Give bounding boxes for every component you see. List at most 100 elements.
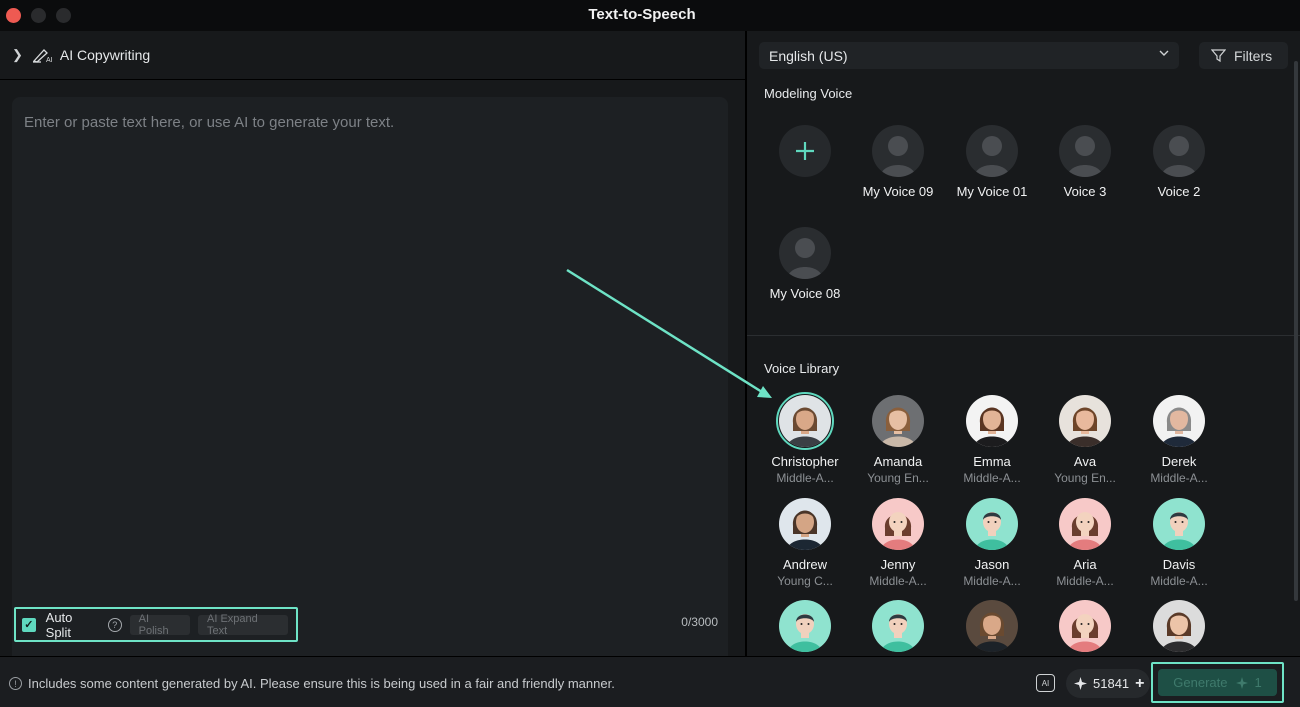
info-icon: ! — [9, 677, 22, 690]
generate-button[interactable]: Generate 1 — [1158, 669, 1277, 696]
voice-description: Young C... — [777, 574, 833, 588]
library-voice-item[interactable]: Jason Middle-A... — [947, 498, 1037, 588]
voice-name: Christopher — [771, 454, 839, 469]
add-voice-avatar — [779, 125, 831, 177]
ai-polish-button[interactable]: AI Polish — [129, 613, 191, 637]
add-credits-icon[interactable]: + — [1135, 675, 1144, 693]
text-placeholder: Enter or paste text here, or use AI to g… — [24, 114, 395, 131]
voice-panel: English (US) Filters Modeling Voice My V… — [747, 31, 1300, 656]
filters-button[interactable]: Filters — [1199, 42, 1288, 69]
help-icon[interactable]: ? — [107, 617, 122, 632]
editor-pane: ❯ AI AI Copywriting Enter or paste text … — [0, 31, 745, 674]
ai-notice: ! Includes some content generated by AI.… — [9, 676, 615, 691]
filter-icon — [1211, 49, 1226, 63]
library-voice-item[interactable] — [853, 600, 943, 652]
library-voice-item[interactable]: Amanda Young En... — [853, 395, 943, 485]
voice-avatar — [1059, 125, 1111, 177]
language-select[interactable]: English (US) — [759, 42, 1179, 69]
library-voice-item[interactable] — [947, 600, 1037, 652]
voice-description: Middle-A... — [869, 574, 927, 588]
voice-description: Middle-A... — [963, 574, 1021, 588]
plus-icon — [796, 142, 814, 160]
library-voice-item[interactable]: Davis Middle-A... — [1134, 498, 1224, 588]
voice-description: Middle-A... — [1056, 574, 1114, 588]
voice-avatar — [872, 498, 924, 550]
voice-avatar — [1153, 125, 1205, 177]
voice-avatar — [779, 395, 831, 447]
voice-avatar — [1059, 395, 1111, 447]
library-voice-item[interactable]: Jenny Middle-A... — [853, 498, 943, 588]
voice-avatar — [1153, 600, 1205, 652]
generate-cost: 1 — [1254, 675, 1262, 690]
auto-split-checkbox[interactable]: ✓ — [22, 617, 36, 632]
sparkle-icon — [1074, 677, 1087, 690]
voice-panel-scrollbar[interactable] — [1294, 61, 1298, 601]
modeling-voice-item[interactable]: My Voice 09 — [853, 125, 943, 199]
voice-avatar — [779, 498, 831, 550]
ai-notice-text: Includes some content generated by AI. P… — [28, 676, 615, 691]
auto-split-label: Auto Split — [45, 609, 73, 640]
add-voice-button[interactable] — [760, 125, 850, 177]
voice-avatar — [966, 600, 1018, 652]
chevron-down-icon — [1159, 50, 1169, 56]
credits-badge[interactable]: 51841 + — [1066, 669, 1150, 698]
library-voice-item[interactable] — [760, 600, 850, 652]
voice-name: My Voice 09 — [862, 184, 934, 199]
generate-label: Generate — [1173, 675, 1228, 690]
voice-avatar — [872, 395, 924, 447]
voice-avatar — [872, 125, 924, 177]
library-voice-item[interactable]: Ava Young En... — [1040, 395, 1130, 485]
voice-library-title: Voice Library — [764, 361, 840, 376]
sparkle-icon — [1236, 676, 1249, 689]
voice-avatar — [966, 395, 1018, 447]
modeling-voice-item[interactable]: Voice 2 — [1134, 125, 1224, 199]
character-counter: 0/3000 — [681, 615, 718, 629]
library-voice-item[interactable]: Derek Middle-A... — [1134, 395, 1224, 485]
voice-name: My Voice 01 — [956, 184, 1028, 199]
ai-expand-text-button[interactable]: AI Expand Text — [198, 613, 288, 637]
voice-avatar — [779, 227, 831, 279]
language-value: English (US) — [769, 47, 848, 64]
voice-name: Amanda — [873, 454, 923, 469]
library-voice-item[interactable]: Emma Middle-A... — [947, 395, 1037, 485]
ai-detect-icon[interactable]: AI — [1036, 674, 1055, 692]
voice-name: Jenny — [880, 557, 916, 572]
voice-description: Young En... — [1054, 471, 1116, 485]
library-voice-item[interactable]: Andrew Young C... — [760, 498, 850, 588]
voice-name: Jason — [974, 557, 1010, 572]
voice-name: Aria — [1073, 557, 1097, 572]
voice-description: Middle-A... — [963, 471, 1021, 485]
chevron-right-icon: ❯ — [12, 47, 23, 62]
library-voice-item[interactable] — [1040, 600, 1130, 652]
auto-split-group: ✓ Auto Split ? AI Polish AI Expand Text — [14, 607, 298, 642]
modeling-voice-item[interactable]: Voice 3 — [1040, 125, 1130, 199]
library-voice-item[interactable]: Christopher Middle-A... — [760, 392, 850, 485]
voice-name: Ava — [1073, 454, 1097, 469]
library-voice-item[interactable]: Aria Middle-A... — [1040, 498, 1130, 588]
modeling-voice-item[interactable]: My Voice 08 — [760, 227, 850, 301]
voice-avatar — [1153, 498, 1205, 550]
modeling-voice-title: Modeling Voice — [764, 86, 853, 101]
generate-highlight: Generate 1 — [1151, 662, 1284, 703]
window-title: Text-to-Speech — [588, 6, 696, 23]
voice-name: My Voice 08 — [769, 286, 841, 301]
voice-avatar — [779, 600, 831, 652]
credits-value: 51841 — [1093, 676, 1130, 691]
text-input-area[interactable]: Enter or paste text here, or use AI to g… — [12, 97, 728, 674]
voice-avatar — [872, 600, 924, 652]
title-bar: Text-to-Speech — [0, 0, 1300, 31]
ai-copywriting-label: AI Copywriting — [59, 47, 151, 63]
library-voice-item[interactable] — [1134, 600, 1224, 652]
voice-avatar — [1153, 395, 1205, 447]
voice-avatar — [966, 498, 1018, 550]
voice-description: Young En... — [867, 471, 929, 485]
ai-copywriting-toggle[interactable]: ❯ AI AI Copywriting — [0, 31, 745, 80]
modeling-voice-item[interactable]: My Voice 01 — [947, 125, 1037, 199]
filters-label: Filters — [1234, 47, 1273, 64]
section-separator — [747, 335, 1300, 336]
voice-avatar — [966, 125, 1018, 177]
voice-name: Voice 3 — [1063, 184, 1107, 199]
voice-name: Voice 2 — [1157, 184, 1201, 199]
voice-name: Emma — [973, 454, 1011, 469]
svg-text:AI: AI — [46, 57, 53, 63]
